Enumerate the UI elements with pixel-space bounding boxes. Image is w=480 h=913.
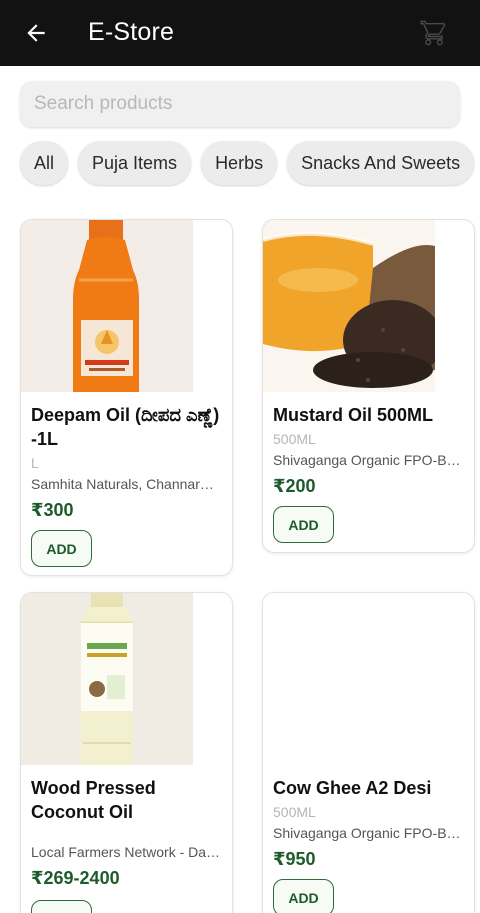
add-button[interactable]: ADD — [273, 506, 334, 543]
product-name: Wood Pressed Coconut Oil — [31, 778, 156, 822]
chip-puja-items[interactable]: Puja Items — [78, 141, 192, 185]
product-card[interactable]: Deepam Oil (ದೀಪದ ಎಣ್ಣೆ) -1L L Samhita Na… — [20, 219, 233, 576]
product-image-deepam-oil — [21, 220, 193, 392]
product-unit: L — [31, 455, 39, 471]
product-image-cow-ghee — [263, 593, 435, 765]
search-input[interactable] — [20, 81, 460, 127]
product-name: Cow Ghee A2 Desi — [273, 778, 432, 798]
back-button[interactable] — [16, 14, 56, 52]
add-button[interactable]: ADD — [273, 879, 334, 913]
product-name: Deepam Oil (ದೀಪದ ಎಣ್ಣೆ) -1L — [31, 405, 220, 449]
add-button[interactable]: ADD — [31, 900, 92, 913]
search-box — [20, 81, 460, 127]
product-seller: Samhita Naturals, Channarayapatna — [31, 476, 221, 492]
product-image-coconut-oil — [21, 593, 193, 765]
product-card[interactable]: Cow Ghee A2 Desi 500ML Shivaganga Organi… — [262, 592, 475, 913]
product-seller: Local Farmers Network - Dakshina Kannada — [31, 844, 221, 860]
category-chips: All Puja Items Herbs Snacks And Sweets — [20, 141, 475, 185]
arrow-back-icon — [27, 24, 45, 42]
app-bar: E-Store — [0, 0, 480, 66]
product-price: ₹300 — [31, 500, 74, 520]
product-price: ₹269-2400 — [31, 868, 120, 888]
product-price: ₹950 — [273, 849, 316, 869]
product-seller: Shivaganga Organic FPO-Bangalore — [273, 452, 463, 468]
product-card[interactable]: Wood Pressed Coconut Oil Local Farmers N… — [20, 592, 233, 913]
product-seller: Shivaganga Organic FPO-Bangalore — [273, 825, 463, 841]
chip-snacks-and-sweets[interactable]: Snacks And Sweets — [287, 141, 475, 185]
product-price: ₹200 — [273, 476, 316, 496]
chip-herbs[interactable]: Herbs — [201, 141, 278, 185]
chip-all[interactable]: All — [20, 141, 69, 185]
product-unit: 500ML — [273, 804, 316, 820]
add-button[interactable]: ADD — [31, 530, 92, 567]
product-card[interactable]: Mustard Oil 500ML 500ML Shivaganga Organ… — [262, 219, 475, 553]
product-image-mustard-oil — [263, 220, 435, 392]
product-name: Mustard Oil 500ML — [273, 405, 434, 425]
cart-icon — [420, 20, 446, 46]
product-unit: 500ML — [273, 431, 316, 447]
page-title: E-Store — [88, 18, 175, 46]
cart-button[interactable] — [414, 14, 454, 52]
